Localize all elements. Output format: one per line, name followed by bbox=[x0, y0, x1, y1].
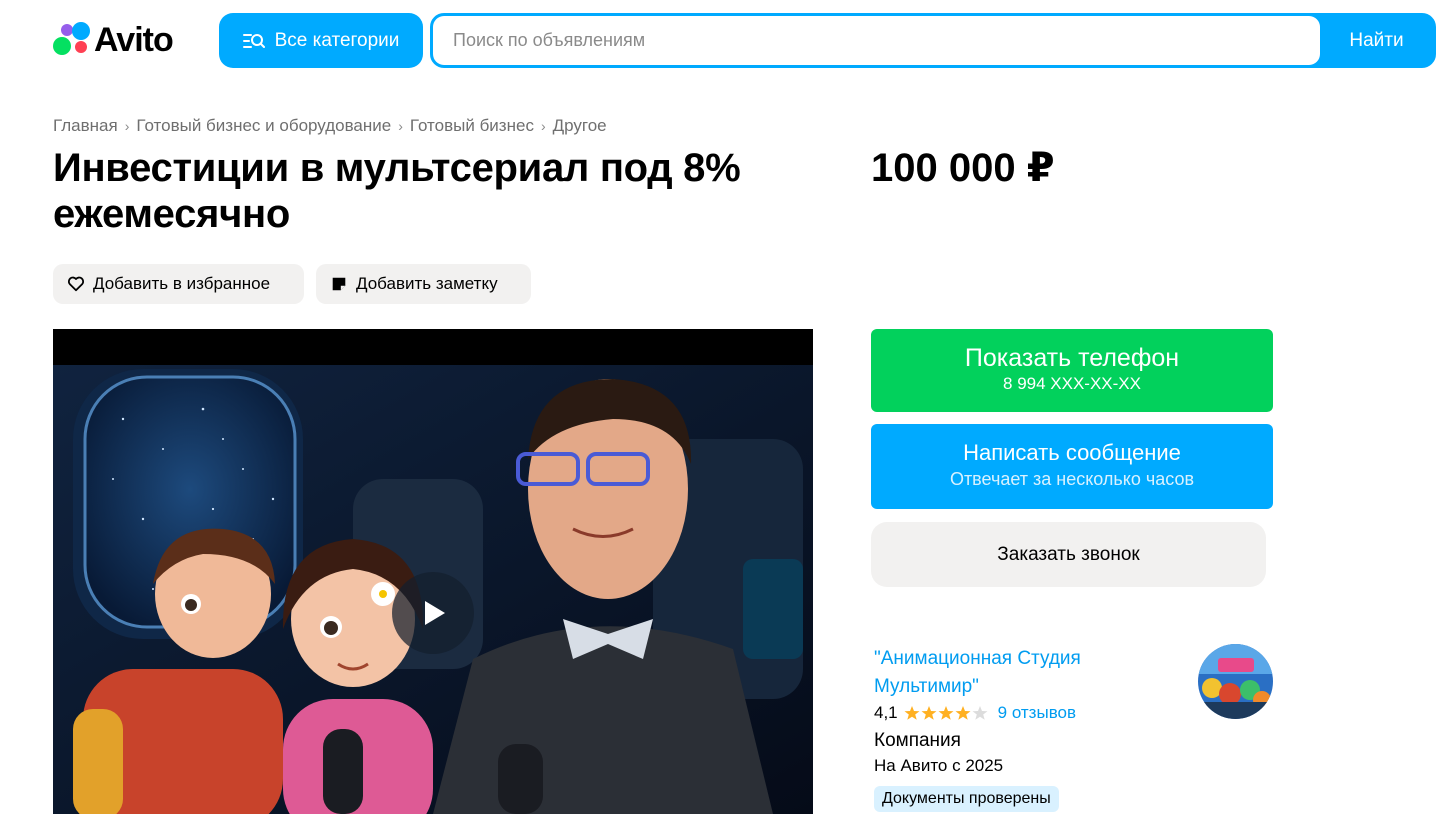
documents-verified-badge: Документы проверены bbox=[874, 786, 1059, 812]
add-note-label: Добавить заметку bbox=[356, 274, 498, 293]
breadcrumb: Главная › Готовый бизнес и оборудование … bbox=[53, 116, 607, 136]
star-icon bbox=[938, 706, 954, 720]
reply-time: Отвечает за несколько часов bbox=[949, 469, 1195, 489]
listing-video-preview[interactable] bbox=[53, 329, 813, 814]
show-phone-button[interactable]: Показать телефон 8 994 XXX-XX-XX bbox=[871, 329, 1273, 412]
search-bar: Найти bbox=[430, 13, 1436, 68]
order-call-button[interactable]: Заказать звонок bbox=[871, 522, 1266, 587]
add-to-favorites-button[interactable]: Добавить в избранное bbox=[53, 264, 304, 304]
write-message-button[interactable]: Написать сообщение Отвечает за несколько… bbox=[871, 424, 1273, 509]
star-icon bbox=[904, 706, 920, 720]
chevron-right-icon: › bbox=[398, 118, 403, 134]
write-message-label: Написать сообщение bbox=[963, 440, 1181, 465]
show-phone-label: Показать телефон bbox=[964, 344, 1180, 372]
note-icon bbox=[332, 277, 346, 291]
play-icon bbox=[425, 601, 445, 625]
rating-value: 4,1 bbox=[874, 703, 898, 722]
logo-text: Avito bbox=[94, 20, 174, 59]
play-button[interactable] bbox=[392, 572, 474, 654]
listing-price: 100 000 ₽ bbox=[871, 146, 1055, 190]
phone-masked: 8 994 XXX-XX-XX bbox=[1003, 374, 1141, 393]
star-icon bbox=[921, 706, 937, 720]
search-button[interactable]: Найти bbox=[1320, 16, 1433, 65]
breadcrumb-item-other[interactable]: Другое bbox=[553, 116, 607, 136]
all-categories-button[interactable]: Все категории bbox=[219, 13, 423, 68]
heart-icon bbox=[67, 276, 85, 292]
seller-avatar[interactable] bbox=[1198, 644, 1273, 719]
chevron-right-icon: › bbox=[540, 118, 546, 134]
seller-type: Компания bbox=[874, 730, 961, 751]
breadcrumb-item-ready-business[interactable]: Готовый бизнес bbox=[410, 116, 534, 136]
breadcrumb-item-home[interactable]: Главная bbox=[53, 116, 118, 136]
listing-title: Инвестиции в мультсериал под 8% ежемесяч… bbox=[53, 146, 741, 236]
add-note-button[interactable]: Добавить заметку bbox=[316, 264, 531, 304]
star-icon bbox=[972, 706, 988, 720]
rating-stars bbox=[904, 705, 988, 721]
reviews-link[interactable]: 9 отзывов bbox=[998, 703, 1076, 723]
seller-since: На Авито с 2025 bbox=[874, 756, 1004, 775]
add-to-favorites-label: Добавить в избранное bbox=[93, 274, 271, 293]
avito-logo[interactable]: Avito bbox=[53, 20, 174, 60]
seller-name-link[interactable]: "Анимационная Студия Мультимир" bbox=[874, 645, 1174, 701]
chevron-right-icon: › bbox=[124, 118, 130, 134]
categories-search-icon bbox=[242, 33, 265, 48]
seller-rating: 4,1 9 отзывов bbox=[874, 703, 1076, 723]
search-input[interactable] bbox=[433, 16, 1320, 65]
breadcrumb-item-business-equipment[interactable]: Готовый бизнес и оборудование bbox=[136, 116, 391, 136]
star-icon bbox=[955, 706, 971, 720]
logo-dots-icon bbox=[53, 20, 93, 60]
all-categories-label: Все категории bbox=[274, 29, 400, 51]
